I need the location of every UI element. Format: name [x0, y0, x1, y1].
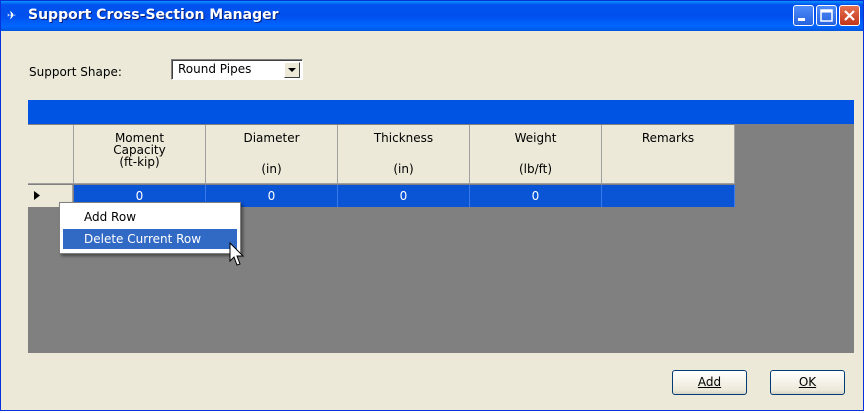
minimize-button[interactable]	[793, 5, 814, 26]
column-header-line1: Diameter	[243, 131, 300, 145]
column-header-line1: Thickness	[373, 131, 434, 145]
column-header-line1: Remarks	[641, 131, 695, 145]
column-header-diameter[interactable]: Diameter (in)	[206, 125, 338, 184]
column-header-weight[interactable]: Weight (lb/ft)	[470, 125, 602, 184]
close-button[interactable]	[839, 5, 860, 26]
column-header-unit: (ft-kip)	[119, 155, 160, 169]
support-shape-label: Support Shape:	[29, 65, 122, 79]
column-header-moment-capacity[interactable]: Moment Capacity (ft-kip)	[74, 125, 206, 184]
column-header-unit: (in)	[393, 162, 414, 176]
column-header-thickness[interactable]: Thickness (in)	[338, 125, 470, 184]
column-header-unit: (lb/ft)	[518, 162, 553, 176]
ok-button[interactable]: OK	[770, 370, 845, 395]
table-cell-weight[interactable]: 0	[470, 185, 602, 207]
mouse-pointer-icon	[229, 242, 245, 266]
maximize-icon	[820, 9, 833, 22]
close-icon	[844, 10, 855, 21]
maximize-button[interactable]	[816, 5, 837, 26]
support-shape-value: Round Pipes	[178, 62, 252, 76]
support-shape-dropdown[interactable]: Round Pipes	[171, 59, 303, 80]
table-cell-remarks[interactable]	[602, 185, 735, 207]
menu-item-delete-current-row[interactable]: Delete Current Row	[63, 229, 237, 249]
context-menu: Add Row Delete Current Row	[59, 202, 241, 254]
column-header-unit: (in)	[261, 162, 282, 176]
add-button[interactable]: Add	[672, 370, 747, 395]
grid-caption-bar	[28, 100, 854, 124]
app-icon: ✈	[7, 9, 17, 22]
add-button-label: Add	[697, 375, 722, 389]
minimize-icon	[798, 18, 805, 21]
support-cross-section-manager-window: ✈ Support Cross-Section Manager Support …	[0, 0, 864, 411]
window-title: Support Cross-Section Manager	[28, 7, 279, 23]
column-header-remarks[interactable]: Remarks	[602, 125, 735, 184]
menu-item-add-row[interactable]: Add Row	[63, 207, 237, 227]
current-row-arrow-icon	[34, 191, 40, 200]
row-header-corner	[28, 125, 74, 184]
ok-button-label: OK	[798, 375, 817, 389]
chevron-down-icon	[288, 68, 296, 72]
dropdown-arrow-button[interactable]	[284, 62, 300, 78]
title-bar[interactable]: ✈ Support Cross-Section Manager	[1, 1, 863, 31]
table-cell-thickness[interactable]: 0	[338, 185, 470, 207]
column-header-line1: Weight	[514, 131, 557, 145]
